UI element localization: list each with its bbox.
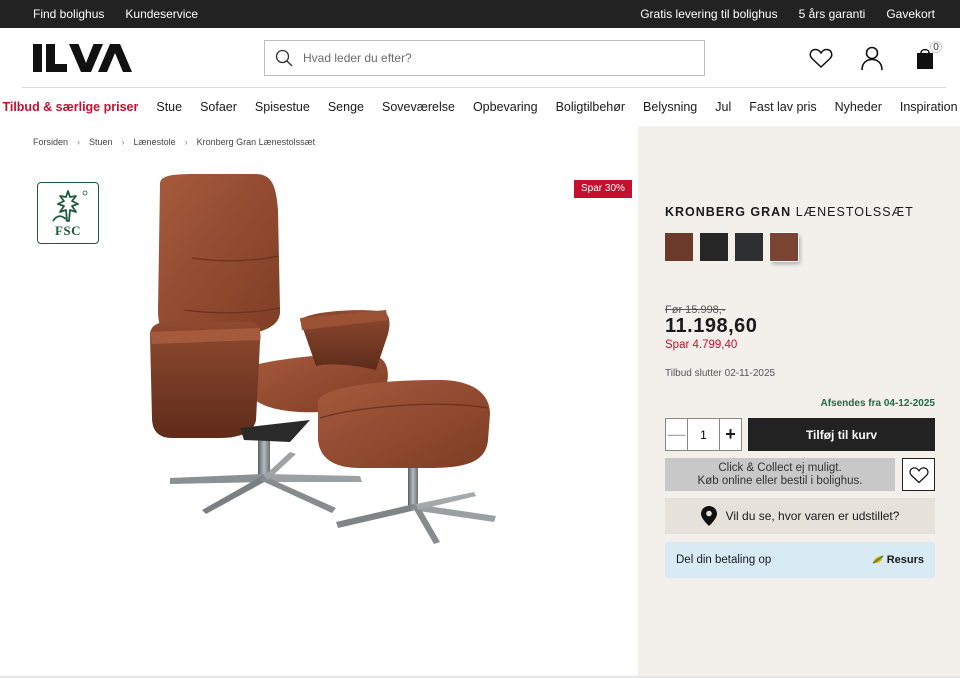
savings-amount: Spar 4.799,40 (665, 339, 738, 351)
nav-item-inspiration[interactable]: Inspiration (900, 100, 958, 114)
nav-item-dining-room[interactable]: Spisestue (255, 100, 310, 114)
gift-card-link[interactable]: Gavekort (886, 7, 935, 21)
search-bar[interactable] (264, 40, 705, 76)
header: 0 (0, 28, 960, 88)
resurs-logo-text: Resurs (886, 554, 924, 566)
location-pin-icon (700, 506, 717, 526)
click-collect-line2: Køb online eller bestil i bolighus. (697, 474, 863, 487)
decrease-quantity-button[interactable]: — (666, 419, 688, 450)
nav-item-home-accessories[interactable]: Boligtilbehør (556, 100, 625, 114)
top-bar-left: Find bolighus Kundeservice (33, 7, 198, 21)
add-to-wishlist-button[interactable] (902, 458, 935, 491)
breadcrumb-separator-icon: › (184, 137, 188, 147)
swatch-cognac-selected[interactable] (769, 232, 799, 262)
product-image[interactable] (140, 170, 510, 560)
nav-item-fixed-low-price[interactable]: Fast lav pris (749, 100, 816, 114)
nav-item-lighting[interactable]: Belysning (643, 100, 697, 114)
product-brand: KRONBERG GRAN (665, 205, 792, 219)
wishlist-heart-icon[interactable] (808, 45, 834, 71)
nav-item-sofas[interactable]: Sofaer (200, 100, 237, 114)
fsc-tree-icon (52, 190, 88, 222)
split-payment-banner[interactable]: Del din betaling op Resurs (665, 542, 935, 578)
ilva-logo[interactable] (33, 44, 133, 72)
breadcrumb-separator-icon: › (77, 137, 81, 147)
nav-item-beds[interactable]: Senge (328, 100, 364, 114)
search-icon[interactable] (275, 49, 293, 67)
nav-item-living-room[interactable]: Stue (156, 100, 182, 114)
quantity-stepper: — + (665, 418, 742, 451)
search-input[interactable] (303, 51, 683, 65)
discount-badge: Spar 30% (574, 180, 632, 198)
breadcrumb-current: Kronberg Gran Lænestolssæt (196, 137, 316, 147)
offer-end-date: Tilbud slutter 02-11-2025 (665, 368, 776, 379)
split-payment-label: Del din betaling op (676, 554, 772, 566)
quantity-input[interactable] (688, 419, 719, 450)
main-navigation: Tilbud & særlige priser Stue Sofaer Spis… (0, 88, 960, 126)
breadcrumb: Forsiden › Stuen › Lænestole › Kronberg … (33, 137, 315, 147)
nav-item-bedroom[interactable]: Soveværelse (382, 100, 455, 114)
increase-quantity-button[interactable]: + (719, 419, 741, 450)
color-swatches (665, 232, 799, 262)
breadcrumb-home[interactable]: Forsiden (33, 137, 68, 147)
breadcrumb-separator-icon: › (121, 137, 125, 147)
shipping-date: Afsendes fra 04-12-2025 (820, 398, 935, 409)
current-price: 11.198,60 (665, 315, 758, 337)
free-delivery-link[interactable]: Gratis levering til bolighus (640, 7, 777, 21)
nav-item-offers[interactable]: Tilbud & særlige priser (2, 100, 138, 114)
resurs-logo: Resurs (872, 554, 924, 566)
swatch-brown[interactable] (665, 233, 693, 261)
find-store-link[interactable]: Find bolighus (33, 7, 104, 21)
heart-icon (908, 466, 929, 483)
swatch-dark-grey[interactable] (735, 233, 763, 261)
showroom-label: Vil du se, hvor varen er udstillet? (725, 509, 900, 523)
fsc-certification-badge: FSC (37, 182, 99, 244)
breadcrumb-living-room[interactable]: Stuen (89, 137, 113, 147)
warranty-link[interactable]: 5 års garanti (799, 7, 866, 21)
top-bar: Find bolighus Kundeservice Gratis leveri… (0, 0, 960, 28)
product-name: LÆNESTOLSSÆT (795, 205, 914, 219)
account-icon[interactable] (859, 45, 885, 71)
nav-item-news[interactable]: Nyheder (835, 100, 882, 114)
fsc-label: FSC (54, 223, 82, 238)
resurs-leaf-icon (872, 555, 884, 564)
nav-item-storage[interactable]: Opbevaring (473, 100, 538, 114)
click-collect-notice: Click & Collect ej muligt. Køb online el… (665, 458, 895, 491)
click-collect-line1: Click & Collect ej muligt. (718, 462, 842, 474)
add-to-cart-button[interactable]: Tilføj til kurv (748, 418, 935, 451)
customer-service-link[interactable]: Kundeservice (125, 7, 198, 21)
swatch-black[interactable] (700, 233, 728, 261)
find-in-showroom-button[interactable]: Vil du se, hvor varen er udstillet? (665, 498, 935, 534)
breadcrumb-armchairs[interactable]: Lænestole (134, 137, 176, 147)
cart-count-badge: 0 (930, 41, 942, 53)
top-bar-right: Gratis levering til bolighus 5 års garan… (640, 7, 935, 21)
product-title: KRONBERG GRAN LÆNESTOLSSÆT (665, 205, 914, 219)
nav-item-christmas[interactable]: Jul (715, 100, 731, 114)
